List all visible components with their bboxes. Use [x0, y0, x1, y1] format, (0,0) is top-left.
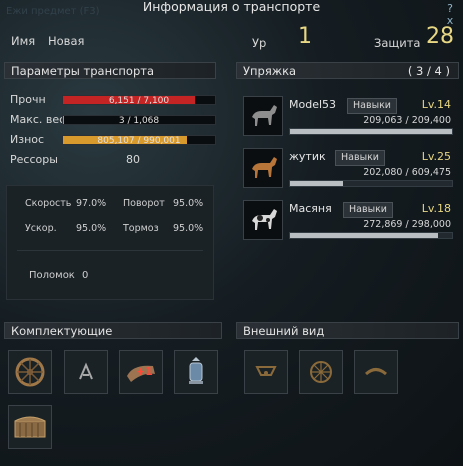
part-slot-flag[interactable] — [64, 350, 108, 394]
horse-brown-icon — [244, 149, 282, 187]
accel-value: 95.0% — [76, 223, 107, 234]
mount-level: Lv.14 — [421, 98, 451, 111]
mount-name: Model53 — [289, 98, 337, 111]
mount-xp-bar — [289, 128, 453, 135]
wheel-icon — [310, 361, 332, 383]
skills-button[interactable]: Навыки — [347, 98, 397, 114]
mount-xp: 209,063 / 209,400 — [363, 115, 451, 126]
durability-bar: 6,151 / 7,100 — [62, 95, 216, 106]
mount-xp-fill — [290, 129, 452, 134]
mount-xp: 202,080 / 609,475 — [363, 167, 451, 178]
mount-level: Lv.18 — [421, 202, 451, 215]
brake-value: 95.0% — [173, 223, 204, 234]
breakdowns-label: Поломок — [29, 270, 75, 281]
durability-label: Прочн — [10, 93, 46, 106]
weight-label: Макс. вес — [10, 113, 66, 126]
appearance-header: Внешний вид — [236, 322, 459, 339]
weight-value: 3 / 1,068 — [118, 116, 160, 126]
harness-title: Упряжка — [243, 64, 297, 78]
harness-header: Упряжка ( 3 / 4 ) — [236, 62, 459, 79]
part-slot-lantern[interactable] — [174, 350, 218, 394]
params-stats: Прочн 6,151 / 7,100 Макс. вес 3 / 1,068 … — [6, 90, 216, 170]
appearance-slot-2[interactable] — [299, 350, 343, 394]
mount-slot-1[interactable]: Model53 Навыки Lv.14 209,063 / 209,400 — [243, 96, 455, 144]
parts-header: Комплектующие — [4, 322, 222, 339]
part-slot-wheel[interactable] — [8, 350, 52, 394]
flag-icon — [79, 362, 93, 380]
divider — [17, 250, 203, 251]
breakdowns-value: 0 — [82, 270, 89, 281]
mount-name: жутик — [289, 150, 326, 163]
wear-row: Износ 805,107 / 990,001 — [6, 130, 216, 150]
skills-button[interactable]: Навыки — [343, 202, 393, 218]
horse-portrait[interactable] — [243, 148, 283, 188]
springs-label: Рессоры — [10, 153, 58, 166]
horse-gray-icon — [244, 97, 282, 135]
weight-bar: 3 / 1,068 — [62, 115, 216, 126]
cart-cover-icon — [255, 366, 277, 376]
params-header: Параметры транспорта — [4, 62, 216, 79]
defense-label: Защита — [374, 36, 421, 50]
mount-slot-3[interactable]: Масяня Навыки Lv.18 272,869 / 298,000 — [243, 200, 455, 248]
name-label: Имя — [11, 34, 36, 48]
durability-value: 6,151 / 7,100 — [108, 96, 170, 106]
part-slot-saddle[interactable]: +1 — [119, 350, 163, 394]
horse-pinto-icon — [244, 201, 282, 239]
mount-xp-bar — [289, 232, 453, 239]
mount-name: Масяня — [289, 202, 332, 215]
durability-row: Прочн 6,151 / 7,100 — [6, 90, 216, 110]
upgrade-badge: +1 — [136, 365, 153, 378]
mount-xp-fill — [290, 233, 439, 238]
appearance-slot-1[interactable] — [244, 350, 288, 394]
mount-xp-fill — [290, 181, 344, 186]
speed-label: Скорость — [25, 198, 72, 209]
springs-value: 80 — [126, 153, 140, 166]
wear-bar: 805,107 / 990,001 — [62, 135, 216, 146]
harness-count: ( 3 / 4 ) — [407, 64, 450, 78]
turn-label: Поворот — [123, 198, 165, 209]
chest-icon — [14, 416, 46, 438]
speed-value: 97.0% — [76, 198, 107, 209]
level-value: 1 — [298, 24, 312, 49]
wheel-icon — [15, 357, 45, 387]
horse-portrait[interactable] — [243, 96, 283, 136]
wear-label: Износ — [10, 133, 45, 146]
turn-value: 95.0% — [173, 198, 204, 209]
weight-row: Макс. вес 3 / 1,068 — [6, 110, 216, 130]
performance-box: Скорость 97.0% Поворот 95.0% Ускор. 95.0… — [6, 185, 214, 300]
brake-label: Тормоз — [123, 223, 159, 234]
wear-value: 805,107 / 990,001 — [97, 136, 181, 146]
mount-xp-bar — [289, 180, 453, 187]
horse-portrait[interactable] — [243, 200, 283, 240]
vehicle-info-window: Ежи предмет (F3) Информация о транспорте… — [0, 0, 463, 466]
mount-xp: 272,869 / 298,000 — [363, 219, 451, 230]
defense-value: 28 — [426, 24, 454, 49]
mount-slot-2[interactable]: жутик Навыки Lv.25 202,080 / 609,475 — [243, 148, 455, 196]
lantern-icon — [189, 357, 203, 384]
window-title: Информация о транспорте — [142, 0, 321, 14]
mount-level: Lv.25 — [421, 150, 451, 163]
springs-row: Рессоры 80 — [6, 150, 214, 170]
accel-label: Ускор. — [25, 223, 57, 234]
appearance-slot-3[interactable] — [354, 350, 398, 394]
part-slot-chest[interactable] — [8, 405, 52, 449]
harness-arch-icon — [364, 368, 388, 376]
level-label: Ур — [252, 36, 267, 50]
skills-button[interactable]: Навыки — [335, 150, 385, 166]
name-value[interactable]: Новая — [48, 34, 84, 48]
